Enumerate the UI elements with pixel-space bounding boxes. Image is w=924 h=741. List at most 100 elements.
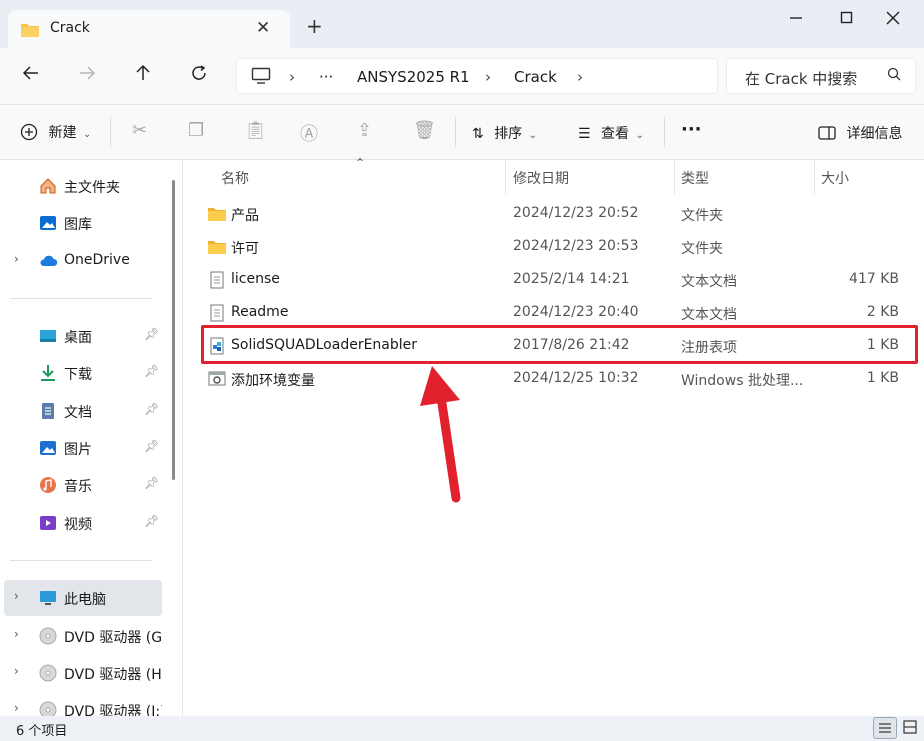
tab-crack[interactable]: Crack ✕ [8, 10, 290, 48]
sidebar-item-documents[interactable]: 文档 📌︎ [0, 393, 162, 429]
table-row[interactable]: Readme 2024/12/23 20:40 文本文档 2 KB [199, 296, 919, 329]
file-modified: 2024/12/25 10:32 [513, 370, 639, 386]
search-icon [887, 67, 901, 85]
breadcrumb-crack[interactable]: Crack [514, 68, 557, 86]
sidebar-item-dvd-i[interactable]: › DVD 驱动器 (I:) [0, 692, 162, 716]
file-size: 1 KB [866, 370, 899, 386]
document-icon [38, 401, 58, 421]
pin-icon[interactable]: 📌︎ [144, 476, 159, 490]
search-input[interactable]: 在 Crack 中搜索 [745, 68, 857, 89]
more-options-button[interactable]: ··· [681, 119, 702, 140]
details-view-icon[interactable] [873, 717, 897, 739]
share-icon[interactable]: ⇪ [357, 120, 372, 141]
up-icon[interactable] [134, 64, 152, 86]
chevron-right-icon[interactable]: › [14, 252, 19, 266]
sidebar-item-pictures[interactable]: 图片 📌︎ [0, 430, 162, 466]
close-window-icon[interactable] [886, 10, 900, 29]
file-type: 文件夹 [681, 241, 723, 257]
column-divider[interactable] [674, 160, 675, 194]
title-bar: Crack ✕ + [0, 0, 924, 48]
command-bar: 新建 ⌄ ✂ ❐ 📋︎ Ⓐ ⇪ 🗑︎ ⇅ 排序 ⌄ ☰ 查看 ⌄ ··· 详细信… [0, 104, 924, 160]
sidebar-divider [10, 298, 152, 299]
toolbar-divider [664, 117, 665, 147]
delete-icon[interactable]: 🗑︎ [413, 120, 436, 141]
pin-icon[interactable]: 📌︎ [144, 402, 159, 416]
copy-icon[interactable]: ❐ [188, 120, 204, 141]
breadcrumb-ansys[interactable]: ANSYS2025 R1 [357, 68, 470, 86]
sidebar-item-videos[interactable]: 视频 📌︎ [0, 505, 162, 541]
chevron-right-icon[interactable]: › [14, 589, 19, 603]
sidebar-item-home[interactable]: 主文件夹 [0, 168, 162, 204]
column-header-size[interactable]: 大小 [821, 168, 849, 188]
back-icon[interactable] [22, 64, 40, 86]
breadcrumb-chevron-icon[interactable]: › [289, 68, 295, 86]
details-pane-label: 详细信息 [846, 126, 903, 142]
file-name: 添加环境变量 [231, 373, 315, 389]
maximize-icon[interactable] [840, 10, 854, 29]
chevron-right-icon[interactable]: › [14, 627, 19, 641]
file-type: 文件夹 [681, 208, 723, 224]
sidebar-scrollbar[interactable] [172, 180, 175, 480]
computer-icon[interactable] [251, 67, 271, 89]
sidebar-item-music[interactable]: 音乐 📌︎ [0, 467, 162, 503]
chevron-right-icon[interactable]: › [14, 701, 19, 715]
sort-button[interactable]: ⇅ 排序 ⌄ [472, 123, 537, 143]
table-row[interactable]: license 2025/2/14 14:21 文本文档 417 KB [199, 263, 919, 296]
chevron-right-icon[interactable]: › [14, 664, 19, 678]
forward-icon[interactable] [78, 64, 96, 86]
column-header-name[interactable]: 名称 [221, 168, 249, 188]
file-type: 文本文档 [681, 274, 737, 290]
sidebar-item-onedrive[interactable]: › OneDrive [0, 243, 162, 279]
registry-file-icon [207, 337, 227, 355]
file-modified: 2025/2/14 14:21 [513, 271, 630, 287]
file-name: Readme [231, 304, 289, 320]
table-row[interactable]: SolidSQUADLoaderEnabler 2017/8/26 21:42 … [199, 329, 919, 362]
sidebar-item-this-pc[interactable]: › 此电脑 [4, 580, 162, 616]
breadcrumb-chevron-icon[interactable]: › [485, 68, 491, 86]
text-file-icon [207, 271, 227, 289]
refresh-icon[interactable] [190, 64, 208, 86]
column-header-modified[interactable]: 修改日期 [513, 168, 569, 188]
column-divider[interactable] [505, 160, 506, 194]
minimize-icon[interactable] [788, 6, 804, 26]
sidebar-item-label: DVD 驱动器 (I:) [64, 704, 162, 716]
rename-icon[interactable]: Ⓐ [300, 120, 318, 146]
breadcrumb-ellipsis[interactable]: ··· [319, 68, 333, 86]
cut-icon[interactable]: ✂ [132, 120, 147, 141]
details-pane-button[interactable]: 详细信息 [818, 123, 902, 143]
sidebar-item-gallery[interactable]: 图库 [0, 205, 162, 241]
sidebar-item-downloads[interactable]: 下载 📌︎ [0, 355, 162, 391]
file-type: Windows 批处理... [681, 373, 804, 389]
table-row[interactable]: 添加环境变量 2024/12/25 10:32 Windows 批处理... 1… [199, 362, 919, 395]
sidebar-item-dvd-h[interactable]: › DVD 驱动器 (H [0, 655, 162, 691]
close-tab-icon[interactable]: ✕ [256, 18, 270, 38]
sort-ascending-icon: ⌃ [355, 156, 366, 170]
sidebar-item-desktop[interactable]: 桌面 📌︎ [0, 318, 162, 354]
new-tab-button[interactable]: + [306, 16, 323, 36]
pin-icon[interactable]: 📌︎ [144, 327, 159, 341]
table-row[interactable]: 许可 2024/12/23 20:53 文件夹 [199, 230, 919, 263]
tiles-view-icon[interactable] [899, 717, 923, 739]
pictures-icon [38, 438, 58, 458]
sidebar-item-dvd-g[interactable]: › DVD 驱动器 (G [0, 618, 162, 654]
pin-icon[interactable]: 📌︎ [144, 364, 159, 378]
sidebar-item-label: 图库 [64, 217, 92, 233]
column-divider[interactable] [814, 160, 815, 194]
file-modified: 2024/12/23 20:40 [513, 304, 639, 320]
pin-icon[interactable]: 📌︎ [144, 439, 159, 453]
search-box[interactable]: 在 Crack 中搜索 [726, 58, 916, 94]
navigation-pane: 主文件夹 图库 › OneDrive 桌面 📌︎ 下载 📌︎ 文档 📌︎ 图片 … [0, 160, 182, 716]
column-header-type[interactable]: 类型 [681, 168, 709, 188]
music-icon [38, 475, 58, 495]
navigation-bar: › ··· ANSYS2025 R1 › Crack › 在 Crack 中搜索 [0, 48, 924, 104]
view-button[interactable]: ☰ 查看 ⌄ [578, 123, 644, 143]
sidebar-item-label: 音乐 [64, 479, 92, 495]
address-bar[interactable]: › ··· ANSYS2025 R1 › Crack › [236, 58, 718, 94]
breadcrumb-chevron-icon[interactable]: › [577, 68, 583, 86]
table-row[interactable]: 产品 2024/12/23 20:52 文件夹 [199, 197, 919, 230]
dvd-icon [38, 626, 58, 646]
batch-file-icon [207, 370, 227, 388]
paste-icon[interactable]: 📋︎ [244, 120, 267, 141]
pin-icon[interactable]: 📌︎ [144, 514, 159, 528]
new-button[interactable]: 新建 ⌄ [20, 122, 91, 142]
